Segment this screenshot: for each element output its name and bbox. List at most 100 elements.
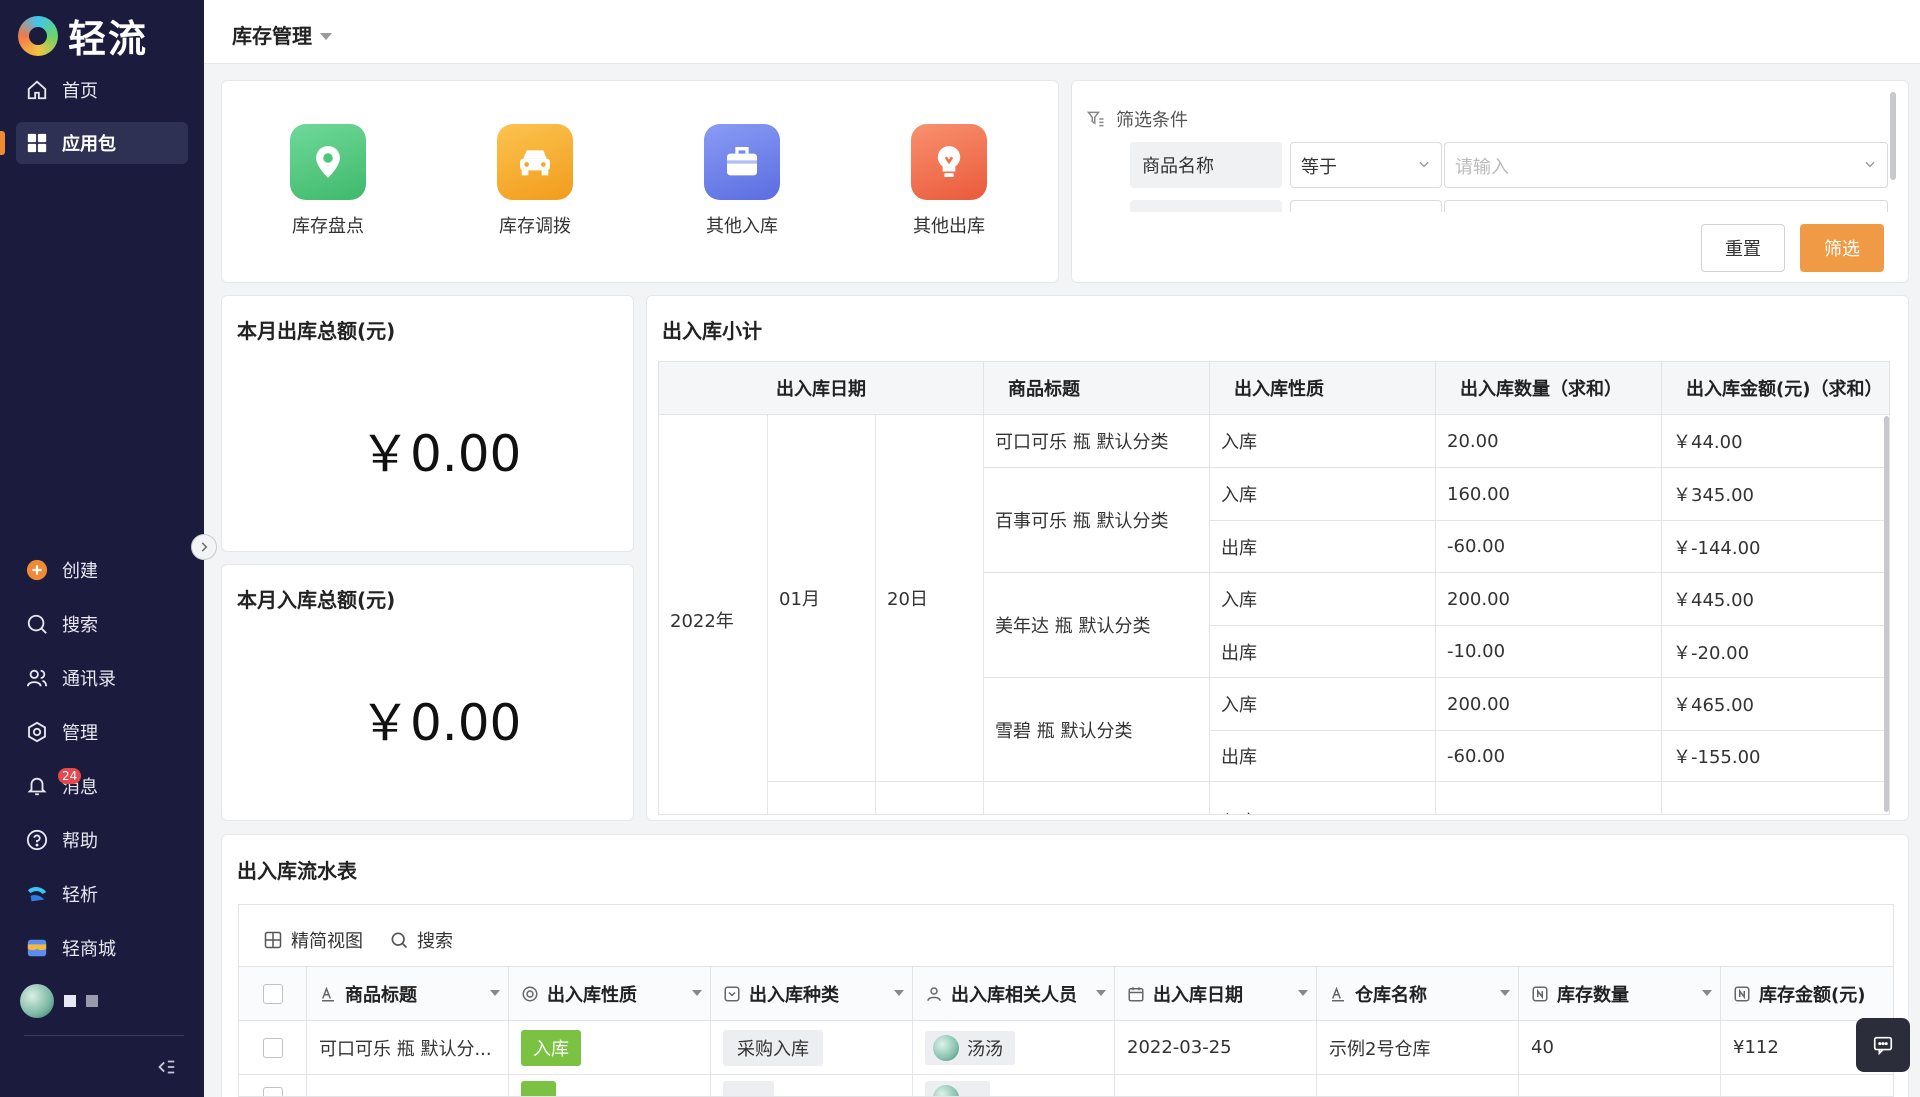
table-cell[interactable]: .. xyxy=(913,1075,1115,1096)
header-label: 库存金额(元) xyxy=(1759,984,1866,1006)
table-cell[interactable] xyxy=(1721,1075,1893,1096)
operator-value: 等于 xyxy=(1301,157,1337,178)
sort-caret-icon[interactable] xyxy=(1702,990,1712,996)
amount-cell: ￥-155.00 xyxy=(1662,731,1889,782)
column-header[interactable]: 出入库日期 xyxy=(1115,967,1317,1021)
contacts-icon xyxy=(26,667,48,689)
sort-caret-icon[interactable] xyxy=(490,990,500,996)
day-cell xyxy=(876,782,984,814)
filter-operator-select-2[interactable] xyxy=(1290,200,1442,212)
sort-caret-icon[interactable] xyxy=(1298,990,1308,996)
nature-cell: 出库 xyxy=(1210,626,1436,678)
filter-button[interactable]: 筛选 xyxy=(1800,224,1884,272)
table-cell[interactable]: 采购入库 xyxy=(711,1021,913,1075)
table-cell[interactable]: 入库 xyxy=(509,1021,711,1075)
summary-scrollbar[interactable] xyxy=(1884,416,1889,812)
row-checkbox[interactable] xyxy=(262,1087,283,1096)
sidebar-item-label: 管理 xyxy=(62,723,98,744)
collapse-sidebar-icon[interactable] xyxy=(155,1056,177,1078)
table-cell[interactable] xyxy=(1115,1075,1317,1096)
reset-button[interactable]: 重置 xyxy=(1701,224,1785,272)
sidebar-item-create[interactable]: 创建 xyxy=(16,549,188,591)
sidebar-item-label: 首页 xyxy=(62,81,98,102)
summary-title: 出入库小计 xyxy=(662,319,762,343)
view-switch-button[interactable]: 精简视图 xyxy=(263,927,363,953)
nature-cell: 入库 xyxy=(1210,678,1436,731)
column-header[interactable]: 出入库性质 xyxy=(509,967,711,1021)
header-label: 库存数量 xyxy=(1557,984,1629,1006)
sidebar-item-apps[interactable]: 应用包 xyxy=(16,122,188,164)
sidebar-item-manage[interactable]: 管理 xyxy=(16,711,188,753)
flow-table: 商品标题 出入库性质 出入库种类 出入库相关人员 出入库日期 仓库名称 库存数量… xyxy=(238,966,1894,1097)
column-header[interactable]: 商品标题 xyxy=(984,362,1210,415)
table-cell[interactable]: 2022-03-25 xyxy=(1115,1021,1317,1075)
qty-cell: 230.00 xyxy=(1436,782,1662,814)
column-header[interactable]: 出入库种类 xyxy=(711,967,913,1021)
stat-title: 本月入库总额(元) xyxy=(237,588,396,612)
sidebar-item-analytics[interactable]: 轻析 xyxy=(16,873,188,915)
table-search-button[interactable]: 搜索 xyxy=(389,927,453,953)
column-header[interactable]: 库存金额(元) xyxy=(1721,967,1893,1021)
table-cell[interactable] xyxy=(1519,1075,1721,1096)
quick-app-label: 其他入库 xyxy=(706,216,778,237)
product-cell xyxy=(984,782,1210,814)
search-label: 搜索 xyxy=(417,931,453,952)
sort-caret-icon[interactable] xyxy=(1500,990,1510,996)
row-checkbox[interactable] xyxy=(262,1037,283,1058)
sidebar-item-store[interactable]: 轻商城 xyxy=(16,927,188,969)
filter-scrollbar[interactable] xyxy=(1890,92,1896,180)
select-all-checkbox[interactable] xyxy=(262,983,283,1004)
column-header[interactable]: 出入库日期 xyxy=(659,362,984,415)
column-header[interactable]: 仓库名称 xyxy=(1317,967,1519,1021)
app-logo[interactable]: 轻流 xyxy=(18,8,148,63)
table-cell[interactable] xyxy=(307,1075,509,1096)
column-header[interactable]: 出入库性质 xyxy=(1210,362,1436,415)
sidebar-item-contacts[interactable]: 通讯录 xyxy=(16,657,188,699)
quick-app-label: 库存调拨 xyxy=(499,216,571,237)
number-field-icon xyxy=(1734,986,1750,1001)
month-cell xyxy=(768,782,876,814)
app-title-dropdown[interactable]: 库存管理 xyxy=(232,20,332,49)
user-profile[interactable] xyxy=(20,984,98,1018)
location-pin-icon xyxy=(290,124,366,200)
quick-app-other-in[interactable]: 其他入库 xyxy=(682,124,802,238)
sidebar-item-home[interactable]: 首页 xyxy=(16,69,188,111)
chat-support-button[interactable] xyxy=(1856,1018,1910,1072)
column-header[interactable]: 出入库金额(元)（求和） xyxy=(1662,362,1889,415)
table-cell[interactable]: 汤汤 xyxy=(913,1021,1115,1075)
table-cell[interactable]: .. xyxy=(509,1075,711,1096)
nature-cell: 入库 xyxy=(1210,415,1436,468)
table-cell[interactable]: 可口可乐 瓶 默认分... xyxy=(307,1021,509,1075)
sort-caret-icon[interactable] xyxy=(692,990,702,996)
filter-operator-select[interactable]: 等于 xyxy=(1290,142,1442,188)
user-name-mask xyxy=(86,995,98,1007)
filter-value-input-2[interactable] xyxy=(1444,200,1888,212)
table-cell[interactable] xyxy=(1317,1075,1519,1096)
stat-title: 本月出库总额(元) xyxy=(237,319,396,343)
column-header[interactable]: 库存数量 xyxy=(1519,967,1721,1021)
avatar xyxy=(20,984,54,1018)
column-header[interactable]: 出入库相关人员 xyxy=(913,967,1115,1021)
avatar xyxy=(933,1034,959,1061)
page-title: 库存管理 xyxy=(232,24,312,48)
product-cell: 可口可乐 瓶 默认分类 xyxy=(984,415,1210,468)
help-icon xyxy=(26,829,48,851)
table-cell[interactable]: .... xyxy=(711,1075,913,1096)
status-badge: 入库 xyxy=(521,1029,581,1066)
column-header[interactable]: 商品标题 xyxy=(307,967,509,1021)
quick-app-other-out[interactable]: 其他出库 xyxy=(889,124,1009,238)
sidebar-item-search[interactable]: 搜索 xyxy=(16,603,188,645)
table-cell[interactable]: 示例2号仓库 xyxy=(1317,1021,1519,1075)
quick-app-transfer[interactable]: 库存调拨 xyxy=(475,124,595,238)
expand-toggle-button[interactable] xyxy=(191,534,217,560)
sort-caret-icon[interactable] xyxy=(1096,990,1106,996)
sidebar-item-messages[interactable]: 24 消息 xyxy=(16,765,188,807)
quick-app-stocktake[interactable]: 库存盘点 xyxy=(268,124,388,238)
sort-caret-icon[interactable] xyxy=(894,990,904,996)
filter-value-input[interactable]: 请输入 xyxy=(1444,142,1888,188)
table-cell[interactable]: 40 xyxy=(1519,1021,1721,1075)
product-cell: 百事可乐 瓶 默认分类 xyxy=(984,468,1210,573)
flow-title: 出入库流水表 xyxy=(237,859,357,883)
column-header[interactable]: 出入库数量（求和） xyxy=(1436,362,1662,415)
sidebar-item-help[interactable]: 帮助 xyxy=(16,819,188,861)
